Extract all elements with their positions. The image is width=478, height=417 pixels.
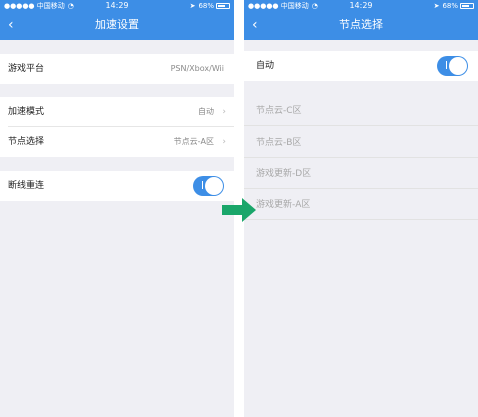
node-label: 节点云-C区 xyxy=(256,106,302,116)
divider xyxy=(244,125,478,126)
page-title: 节点选择 xyxy=(339,18,383,31)
row-value: 节点云-A区 xyxy=(173,137,214,146)
reconnect-toggle[interactable] xyxy=(193,176,224,196)
node-select-screen: ●●●●● 中国移动 ◔ 14:29 ➤ 68% ‹ 节点选择 自动 节点云-C区 … xyxy=(244,0,478,417)
page-title: 加速设置 xyxy=(95,18,139,31)
auto-row: 自动 xyxy=(244,51,478,81)
toggle-knob xyxy=(205,177,223,195)
row-label: 节点选择 xyxy=(8,137,45,147)
divider xyxy=(244,188,478,189)
node-label: 节点云-B区 xyxy=(256,138,302,148)
status-bar: ●●●●● 中国移动 ◔ 14:29 ➤ 68% xyxy=(0,0,234,12)
node-item[interactable]: 节点云-C区 xyxy=(244,96,478,126)
row-value: 自动 xyxy=(198,107,214,116)
node-item[interactable]: 节点云-B区 xyxy=(244,128,478,158)
status-bar: ●●●●● 中国移动 ◔ 14:29 ➤ 68% xyxy=(244,0,478,12)
node-select-row[interactable]: 节点选择 节点云-A区 › xyxy=(0,127,234,157)
chevron-right-icon: › xyxy=(222,107,226,117)
divider xyxy=(244,157,478,158)
node-label: 游戏更新-D区 xyxy=(256,169,312,179)
row-label: 断线重连 xyxy=(8,181,45,191)
status-right: ➤ 68% xyxy=(434,0,474,12)
node-item[interactable]: 游戏更新-D区 xyxy=(244,159,478,189)
battery-percent: 68% xyxy=(198,2,214,10)
battery-percent: 68% xyxy=(442,2,458,10)
status-right: ➤ 68% xyxy=(190,0,230,12)
row-label: 加速模式 xyxy=(8,107,45,117)
platform-row[interactable]: 游戏平台 PSN/Xbox/Wii xyxy=(0,54,234,84)
nav-bar: ●●●●● 中国移动 ◔ 14:29 ➤ 68% ‹ 节点选择 xyxy=(244,0,478,40)
right-arrow-icon xyxy=(222,198,256,222)
node-label: 游戏更新-A区 xyxy=(256,200,311,210)
nav-bar: ●●●●● 中国移动 ◔ 14:29 ➤ 68% ‹ 加速设置 xyxy=(0,0,234,40)
node-item[interactable]: 游戏更新-A区 xyxy=(244,190,478,220)
auto-toggle[interactable] xyxy=(437,56,468,76)
location-icon: ➤ xyxy=(433,2,440,10)
battery-icon xyxy=(216,3,230,9)
toggle-knob xyxy=(449,57,467,75)
location-icon: ➤ xyxy=(189,2,196,10)
battery-icon xyxy=(460,3,474,9)
row-value: PSN/Xbox/Wii xyxy=(170,64,224,73)
row-label: 自动 xyxy=(256,61,275,71)
accel-mode-row[interactable]: 加速模式 自动 › xyxy=(0,97,234,127)
reconnect-row: 断线重连 xyxy=(0,171,234,201)
divider xyxy=(244,219,478,220)
chevron-right-icon: › xyxy=(222,137,226,147)
settings-screen: ●●●●● 中国移动 ◔ 14:29 ➤ 68% ‹ 加速设置 游戏平台 PSN/X… xyxy=(0,0,234,417)
row-label: 游戏平台 xyxy=(8,64,45,74)
